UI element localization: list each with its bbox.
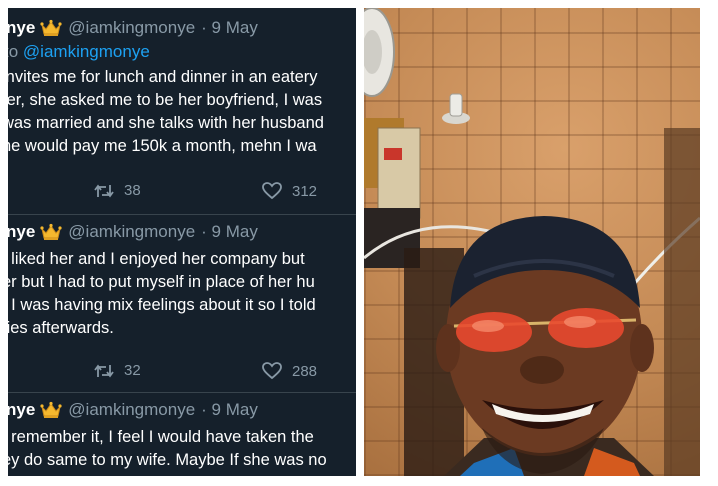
- selfie-photo: [364, 8, 700, 476]
- like-count: 288: [292, 362, 318, 380]
- tweet-text-line: was married and she talks with her husba…: [8, 114, 324, 132]
- tweet-text-line: I liked her and I enjoyed her company bu…: [8, 250, 305, 268]
- tweet-text-line: ey do same to my wife. Maybe If she was …: [8, 451, 327, 469]
- crown-icon: [40, 19, 62, 36]
- tweet-actions: 32 288: [8, 362, 356, 384]
- user-handle[interactable]: @iamkingmonye: [68, 400, 195, 420]
- retweet-icon: [94, 184, 114, 197]
- tweet-actions: 38 312: [8, 182, 356, 204]
- retweet-icon: [94, 364, 114, 377]
- tweet-date[interactable]: · 9 May: [201, 18, 258, 38]
- like-count: 312: [292, 182, 318, 200]
- tweet-text: I liked her and I enjoyed her company bu…: [8, 248, 356, 340]
- tweet-divider: [8, 214, 356, 215]
- tweet-text-line: ter, she asked me to be her boyfriend, I…: [8, 91, 323, 109]
- replying-to: to @iamkingmonye: [8, 42, 356, 62]
- selfie-illustration: [364, 8, 700, 476]
- tweet[interactable]: nye @iamkingmonye · 9 May to @iamkingmon…: [8, 16, 356, 200]
- tweet-thread: nye @iamkingmonye · 9 May to @iamkingmon…: [8, 8, 356, 476]
- user-handle[interactable]: @iamkingmonye: [68, 222, 195, 242]
- retweet-count: 32: [124, 362, 141, 379]
- retweet-button[interactable]: 38: [94, 182, 141, 199]
- crown-icon: [40, 401, 62, 418]
- replying-to-handle[interactable]: @iamkingmonye: [23, 42, 150, 61]
- tweet-text-line: I remember it, I feel I would have taken…: [8, 428, 314, 446]
- tweet-text-line: invites me for lunch and dinner in an ea…: [8, 68, 318, 86]
- display-name[interactable]: nye: [8, 18, 35, 38]
- wall-fan: [364, 8, 395, 97]
- heart-icon: [262, 182, 282, 200]
- crown-icon: [40, 223, 62, 240]
- tweet-header: nye @iamkingmonye · 9 May: [8, 16, 356, 40]
- tweet-text-line: ties afterwards.: [8, 319, 114, 337]
- tweet-divider: [8, 392, 356, 393]
- display-name[interactable]: nye: [8, 222, 35, 242]
- display-name[interactable]: nye: [8, 400, 35, 420]
- tweet-text: I remember it, I feel I would have taken…: [8, 426, 356, 472]
- doorway: [664, 128, 700, 476]
- tweet-date[interactable]: · 9 May: [201, 400, 258, 420]
- tweet-text-line: he would pay me 150k a month, mehn I wa: [8, 137, 317, 155]
- retweet-count: 38: [124, 182, 141, 199]
- ceiling-light: [442, 93, 470, 124]
- heart-icon: [262, 362, 282, 380]
- tweet-date[interactable]: · 9 May: [201, 222, 258, 242]
- like-button[interactable]: 288: [262, 362, 317, 380]
- tweet[interactable]: nye @iamkingmonye · 9 May I remember it,…: [8, 398, 356, 472]
- tweet-text-line: , I was having mix feelings about it so …: [8, 296, 316, 314]
- like-button[interactable]: 312: [262, 182, 317, 200]
- tweet-header: nye @iamkingmonye · 9 May: [8, 398, 356, 422]
- person: [436, 216, 654, 476]
- tweet-text: invites me for lunch and dinner in an ea…: [8, 66, 356, 158]
- tweet[interactable]: nye @iamkingmonye · 9 May I liked her an…: [8, 220, 356, 380]
- retweet-button[interactable]: 32: [94, 362, 141, 379]
- user-handle[interactable]: @iamkingmonye: [68, 18, 195, 38]
- tweet-header: nye @iamkingmonye · 9 May: [8, 220, 356, 244]
- replying-to-label: to: [8, 42, 19, 61]
- tweet-text-line: er but I had to put myself in place of h…: [8, 273, 315, 291]
